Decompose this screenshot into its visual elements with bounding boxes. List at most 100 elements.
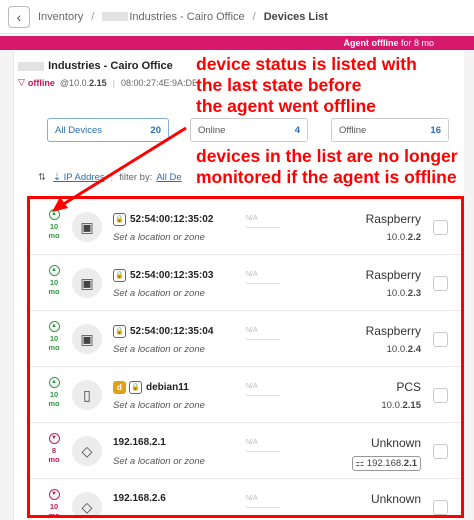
device-ip: 10.0.2.3	[386, 288, 421, 299]
online-filter[interactable]: Online 4	[190, 118, 308, 142]
breadcrumb-agent[interactable]: Industries - Cairo Office	[129, 11, 244, 23]
breadcrumb-current: Devices List	[263, 10, 328, 23]
annotation-monitoring-note: devices in the list are no longer monito…	[196, 146, 458, 188]
device-name[interactable]: 🔒 52:54:00:12:35:04	[113, 325, 213, 338]
online-status-icon: ▲	[48, 209, 60, 220]
ethernet-device-icon: ▣	[72, 324, 102, 354]
na-value: N/A	[246, 215, 258, 222]
sparkline	[246, 451, 280, 452]
redacted-text	[18, 61, 44, 71]
online-status-icon: ▲	[48, 377, 60, 388]
table-row[interactable]: ▲ 10 mo ▣ 🔒 52:54:00:12:35:04 Set a locatio…	[30, 311, 461, 367]
device-name[interactable]: 🔒 52:54:00:12:35:02	[113, 213, 213, 226]
count-value: 20	[150, 124, 161, 136]
sparkline	[246, 283, 280, 284]
offline-status-icon: ▽	[18, 77, 25, 87]
ethernet-device-icon: ▣	[72, 268, 102, 298]
sparkline	[246, 227, 280, 228]
agent-ip-prefix: @10.0.	[59, 77, 90, 88]
table-row[interactable]: ▲ 10 mo ▣ 🔒 52:54:00:12:35:02 Set a locatio…	[30, 199, 461, 255]
breadcrumb-separator: /	[252, 10, 256, 23]
offline-status-icon: ▼	[48, 433, 60, 444]
device-status: ▼ 8 mo	[48, 433, 60, 464]
device-vendor: Raspberry	[365, 268, 421, 282]
divider: |	[110, 172, 114, 183]
device-status: ▲ 10 mo	[48, 265, 60, 296]
banner-duration: for 8 mo	[400, 38, 434, 48]
device-vendor: PCS	[396, 380, 421, 394]
table-row[interactable]: ▲ 10 mo ▣ 🔒 52:54:00:12:35:03 Set a locatio…	[30, 255, 461, 311]
device-name[interactable]: 🔒 52:54:00:12:35:03	[113, 269, 213, 282]
na-value: N/A	[246, 327, 258, 334]
left-rail	[0, 50, 14, 520]
router-icon: ◇	[72, 492, 102, 515]
filter-all-link[interactable]: All De	[156, 172, 181, 183]
device-vendor: Unknown	[370, 436, 421, 450]
device-location[interactable]: Set a location or zone	[113, 288, 205, 299]
breadcrumb: Inventory / Industries - Cairo Office / …	[38, 11, 328, 23]
count-value: 16	[430, 124, 441, 136]
row-checkbox[interactable]	[433, 388, 448, 403]
top-bar: ‹ Inventory / Industries - Cairo Office …	[0, 0, 474, 34]
computer-icon: ▯	[72, 380, 102, 410]
chevron-left-icon: ‹	[16, 8, 22, 25]
device-location[interactable]: Set a location or zone	[113, 456, 205, 467]
lock-icon: 🔒	[129, 381, 142, 394]
sparkline	[246, 395, 280, 396]
table-row[interactable]: ▼ 8 mo ◇ 192.168.2.1 Set a location or zon…	[30, 423, 461, 479]
count-label: Offline	[339, 124, 367, 136]
filter-by-label: filter by:	[119, 172, 153, 183]
row-checkbox[interactable]	[433, 220, 448, 235]
agent-title: Industries - Cairo Office	[18, 60, 173, 72]
na-value: N/A	[246, 383, 258, 390]
device-name[interactable]: 192.168.2.6	[113, 493, 166, 504]
device-location[interactable]: Set a location or zone	[113, 400, 205, 411]
na-value: N/A	[246, 495, 258, 502]
breadcrumb-inventory[interactable]: Inventory	[38, 11, 83, 23]
device-name[interactable]: 192.168.2.1	[113, 437, 166, 448]
sort-icon[interactable]: ⇅	[38, 172, 46, 183]
filter-row: ⇅ ⇣ IP Addres | filter by: All De	[38, 172, 182, 183]
device-status: ▲ 10 mo	[48, 377, 60, 408]
debian-badge: d	[113, 381, 126, 394]
device-ip: 10.0.2.4	[386, 344, 421, 355]
device-name[interactable]: d 🔒 debian11	[113, 381, 189, 394]
count-value: 4	[294, 124, 300, 136]
breadcrumb-separator: /	[91, 10, 95, 23]
annotation-status-note: device status is listed with the last st…	[196, 54, 417, 117]
all-devices-filter[interactable]: All Devices 20	[47, 118, 169, 142]
divider: |	[112, 77, 115, 88]
agent-ip-suffix: 2.15	[89, 77, 107, 88]
device-location[interactable]: Set a location or zone	[113, 232, 205, 243]
agent-name: Industries - Cairo Office	[48, 60, 173, 72]
table-row[interactable]: ▼ 10 mo ◇ 192.168.2.6 N/A Unknown	[30, 479, 461, 518]
online-status-icon: ▲	[48, 321, 60, 332]
device-ip: ⚏ 192.168.2.1	[351, 456, 421, 471]
device-list: ▲ 10 mo ▣ 🔒 52:54:00:12:35:02 Set a locatio…	[27, 196, 464, 518]
device-status: ▼ 10 mo	[48, 489, 60, 518]
right-rail	[464, 50, 474, 520]
sparkline	[246, 339, 280, 340]
table-row[interactable]: ▲ 10 mo ▯ d 🔒 debian11 Set a location or zon…	[30, 367, 461, 423]
count-label: All Devices	[55, 124, 102, 136]
row-checkbox[interactable]	[433, 500, 448, 515]
ethernet-device-icon: ▣	[72, 212, 102, 242]
lock-icon: 🔒	[113, 325, 126, 338]
back-button[interactable]: ‹	[8, 5, 30, 28]
lock-icon: 🔒	[113, 213, 126, 226]
banner-label: Agent offline	[343, 38, 399, 48]
device-vendor: Raspberry	[365, 212, 421, 226]
agent-offline-banner: Agent offline for 8 mo	[0, 36, 474, 50]
row-checkbox[interactable]	[433, 332, 448, 347]
row-checkbox[interactable]	[433, 444, 448, 459]
row-checkbox[interactable]	[433, 276, 448, 291]
agent-mac: 08:00:27:4E:9A:DB	[120, 77, 199, 88]
online-status-icon: ▲	[48, 265, 60, 276]
device-ip: 10.0.2.2	[386, 232, 421, 243]
device-status: ▲ 10 mo	[48, 209, 60, 240]
sort-ip-link[interactable]: ⇣ IP Addres	[53, 172, 105, 183]
router-icon: ◇	[72, 436, 102, 466]
offline-status-icon: ▼	[48, 489, 60, 500]
device-location[interactable]: Set a location or zone	[113, 344, 205, 355]
offline-filter[interactable]: Offline 16	[331, 118, 449, 142]
